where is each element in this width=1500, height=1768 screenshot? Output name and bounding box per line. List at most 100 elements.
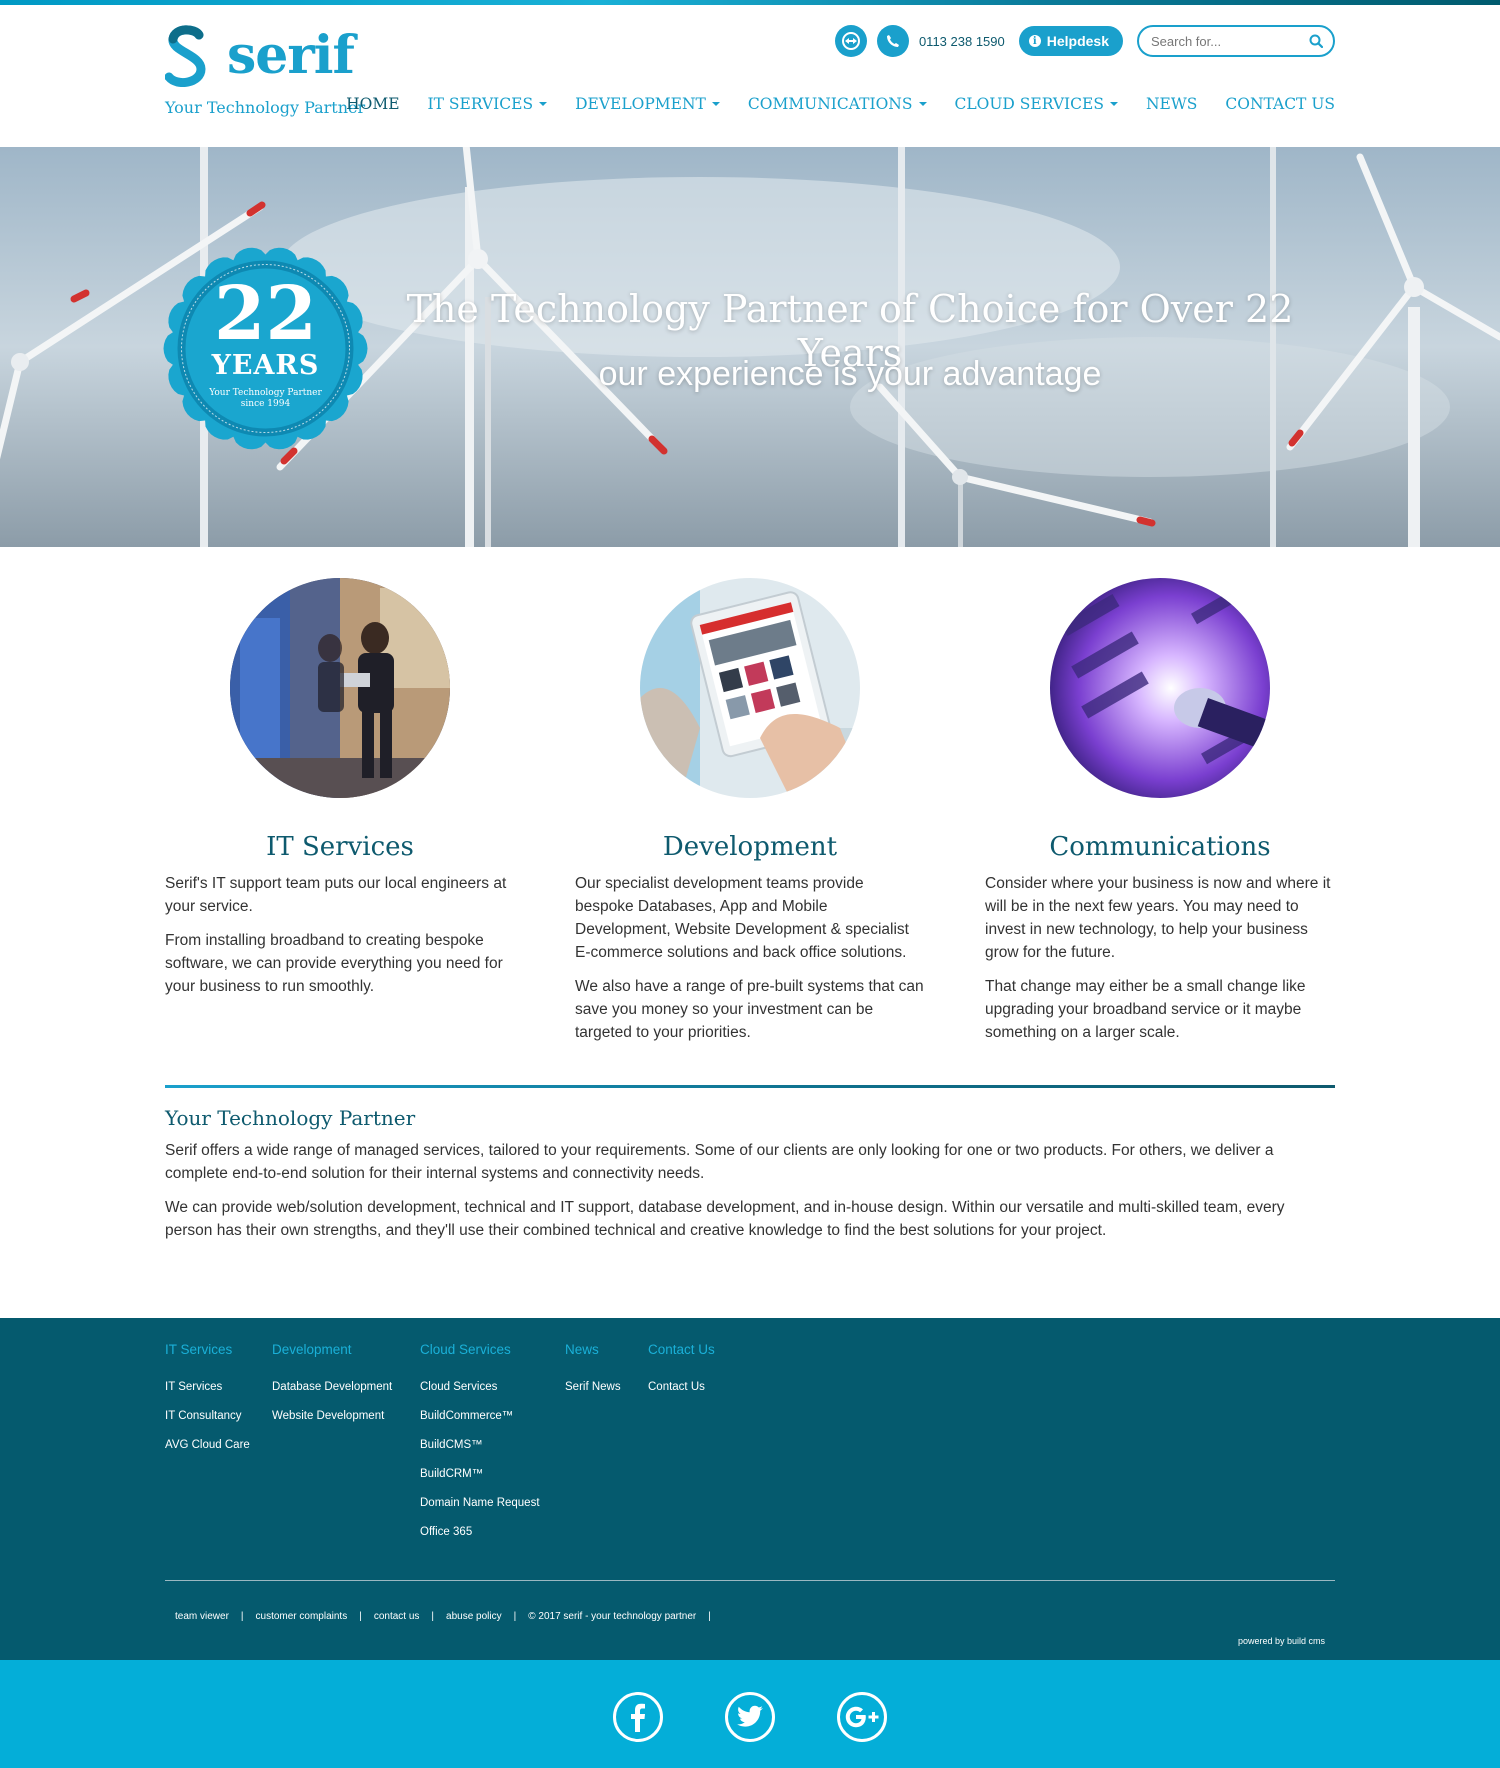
social-bar bbox=[0, 1660, 1500, 1768]
powered-by-link[interactable]: powered by build cms bbox=[1238, 1636, 1325, 1646]
footer-link[interactable]: Domain Name Request bbox=[420, 1489, 540, 1518]
search-box bbox=[1137, 25, 1335, 57]
footer-heading[interactable]: Development bbox=[272, 1342, 392, 1357]
footer-link[interactable]: IT Services bbox=[165, 1373, 250, 1402]
separator: | bbox=[431, 1611, 435, 1622]
logo-wordmark: serif bbox=[227, 25, 355, 86]
service-paragraph: Serif's IT support team puts our local e… bbox=[165, 875, 507, 915]
footer-link[interactable]: Serif News bbox=[565, 1373, 621, 1402]
copyright: © 2017 serif - your technology partner bbox=[528, 1611, 697, 1622]
helpdesk-label: Helpdesk bbox=[1046, 33, 1109, 49]
tablet-image bbox=[640, 578, 860, 798]
main-nav: HOME IT SERVICES DEVELOPMENT COMMUNICATI… bbox=[318, 95, 1335, 113]
phone-button[interactable] bbox=[876, 25, 909, 57]
badge-number: 22 bbox=[214, 271, 317, 357]
section-divider bbox=[165, 1085, 1335, 1088]
teamviewer-button[interactable] bbox=[834, 25, 867, 57]
caret-down-icon bbox=[711, 102, 720, 106]
footer-column-it-services: IT Services IT Services IT Consultancy A… bbox=[165, 1342, 250, 1460]
separator: | bbox=[359, 1611, 362, 1622]
footer-link[interactable]: Cloud Services bbox=[420, 1373, 540, 1402]
footer-bottom-link[interactable]: contact us bbox=[374, 1611, 420, 1622]
service-paragraph: That change may either be a small change… bbox=[985, 978, 1306, 1041]
badge-caption: Your Technology Partner since 1994 bbox=[163, 388, 368, 410]
google-plus-icon bbox=[845, 1706, 879, 1728]
service-paragraph: Consider where your business is now and … bbox=[985, 875, 1331, 961]
service-paragraph: Our specialist development teams provide… bbox=[575, 875, 909, 961]
footer-heading[interactable]: News bbox=[565, 1342, 621, 1357]
service-title: IT Services bbox=[266, 832, 414, 862]
footer-link[interactable]: Contact Us bbox=[648, 1373, 715, 1402]
service-paragraph: We also have a range of pre-built system… bbox=[575, 978, 924, 1041]
logo[interactable]: serif bbox=[165, 25, 355, 95]
helpdesk-button[interactable]: i Helpdesk bbox=[1018, 26, 1123, 56]
footer-heading[interactable]: Cloud Services bbox=[420, 1342, 540, 1357]
service-development: Development Our specialist development t… bbox=[575, 578, 925, 1044]
phone-icon bbox=[886, 35, 899, 47]
nav-contact-us[interactable]: CONTACT US bbox=[1225, 95, 1335, 113]
footer-heading[interactable]: IT Services bbox=[165, 1342, 250, 1357]
nav-communications[interactable]: COMMUNICATIONS bbox=[748, 95, 927, 113]
teamviewer-icon bbox=[841, 32, 860, 50]
about-section: Your Technology Partner Serif offers a w… bbox=[165, 1106, 1335, 1242]
info-icon: i bbox=[1028, 35, 1041, 47]
serif-logo-icon bbox=[165, 25, 206, 87]
footer-column-news: News Serif News bbox=[565, 1342, 621, 1402]
footer-link[interactable]: Office 365 bbox=[420, 1518, 540, 1547]
facebook-icon bbox=[631, 1703, 645, 1732]
server-room-image bbox=[230, 578, 450, 798]
phone-number[interactable]: 0113 238 1590 bbox=[919, 34, 1005, 49]
nav-news[interactable]: NEWS bbox=[1146, 95, 1197, 113]
about-paragraph: We can provide web/solution development,… bbox=[165, 1199, 1285, 1239]
footer-bottom-link[interactable]: abuse policy bbox=[446, 1611, 502, 1622]
site-header: serif Your Technology Partner 0113 238 1… bbox=[0, 5, 1500, 147]
search-icon[interactable] bbox=[1309, 34, 1323, 48]
footer-link[interactable]: BuildCRM™ bbox=[420, 1460, 540, 1489]
hero-subtitle: our experience is your advantage bbox=[598, 355, 1102, 393]
badge-caption-line1: Your Technology Partner bbox=[209, 388, 322, 398]
footer-bottom-link[interactable]: customer complaints bbox=[256, 1611, 348, 1622]
site-footer: IT Services IT Services IT Consultancy A… bbox=[0, 1318, 1500, 1660]
service-communications: Communications Consider where your busin… bbox=[985, 578, 1335, 1044]
footer-link[interactable]: AVG Cloud Care bbox=[165, 1431, 250, 1460]
nav-it-services[interactable]: IT SERVICES bbox=[428, 95, 548, 113]
footer-link[interactable]: Website Development bbox=[272, 1402, 392, 1431]
it-services-image[interactable] bbox=[230, 578, 450, 798]
caret-down-icon bbox=[539, 102, 548, 106]
footer-bottom-links: team viewer | customer complaints | contac… bbox=[175, 1611, 723, 1622]
twitter-icon bbox=[737, 1705, 763, 1727]
years-badge: 22 YEARS Your Technology Partner since 1… bbox=[163, 246, 368, 451]
network-cable-image bbox=[1050, 578, 1270, 798]
footer-link[interactable]: IT Consultancy bbox=[165, 1402, 250, 1431]
footer-link[interactable]: BuildCMS™ bbox=[420, 1431, 540, 1460]
utility-bar: 0113 238 1590 i Helpdesk bbox=[834, 25, 1335, 57]
about-title: Your Technology Partner bbox=[165, 1106, 416, 1130]
hero-banner: 22 YEARS Your Technology Partner since 1… bbox=[0, 147, 1500, 547]
service-it-services: IT Services Serif's IT support team puts… bbox=[165, 578, 515, 998]
nav-cloud-services[interactable]: CLOUD SERVICES bbox=[955, 95, 1118, 113]
communications-image[interactable] bbox=[1050, 578, 1270, 798]
facebook-link[interactable] bbox=[613, 1692, 663, 1742]
service-title: Communications bbox=[1049, 832, 1271, 862]
nav-home[interactable]: HOME bbox=[346, 95, 399, 113]
footer-link[interactable]: Database Development bbox=[272, 1373, 392, 1402]
service-title: Development bbox=[662, 832, 838, 862]
google-plus-link[interactable] bbox=[837, 1692, 887, 1742]
separator: | bbox=[513, 1611, 517, 1622]
footer-column-contact: Contact Us Contact Us bbox=[648, 1342, 715, 1402]
search-input[interactable] bbox=[1151, 27, 1301, 55]
nav-development[interactable]: DEVELOPMENT bbox=[575, 95, 720, 113]
footer-heading[interactable]: Contact Us bbox=[648, 1342, 715, 1357]
footer-column-development: Development Database Development Website… bbox=[272, 1342, 392, 1431]
badge-years-label: YEARS bbox=[211, 350, 320, 381]
separator: | bbox=[240, 1611, 244, 1622]
development-image[interactable] bbox=[640, 578, 860, 798]
footer-column-cloud-services: Cloud Services Cloud Services BuildComme… bbox=[420, 1342, 540, 1547]
footer-link[interactable]: BuildCommerce™ bbox=[420, 1402, 540, 1431]
footer-bottom-link[interactable]: team viewer bbox=[175, 1611, 229, 1622]
service-paragraph: From installing broadband to creating be… bbox=[165, 932, 503, 995]
caret-down-icon bbox=[1109, 102, 1118, 106]
separator: | bbox=[708, 1611, 711, 1622]
badge-caption-line2: since 1994 bbox=[240, 399, 291, 409]
twitter-link[interactable] bbox=[725, 1692, 775, 1742]
